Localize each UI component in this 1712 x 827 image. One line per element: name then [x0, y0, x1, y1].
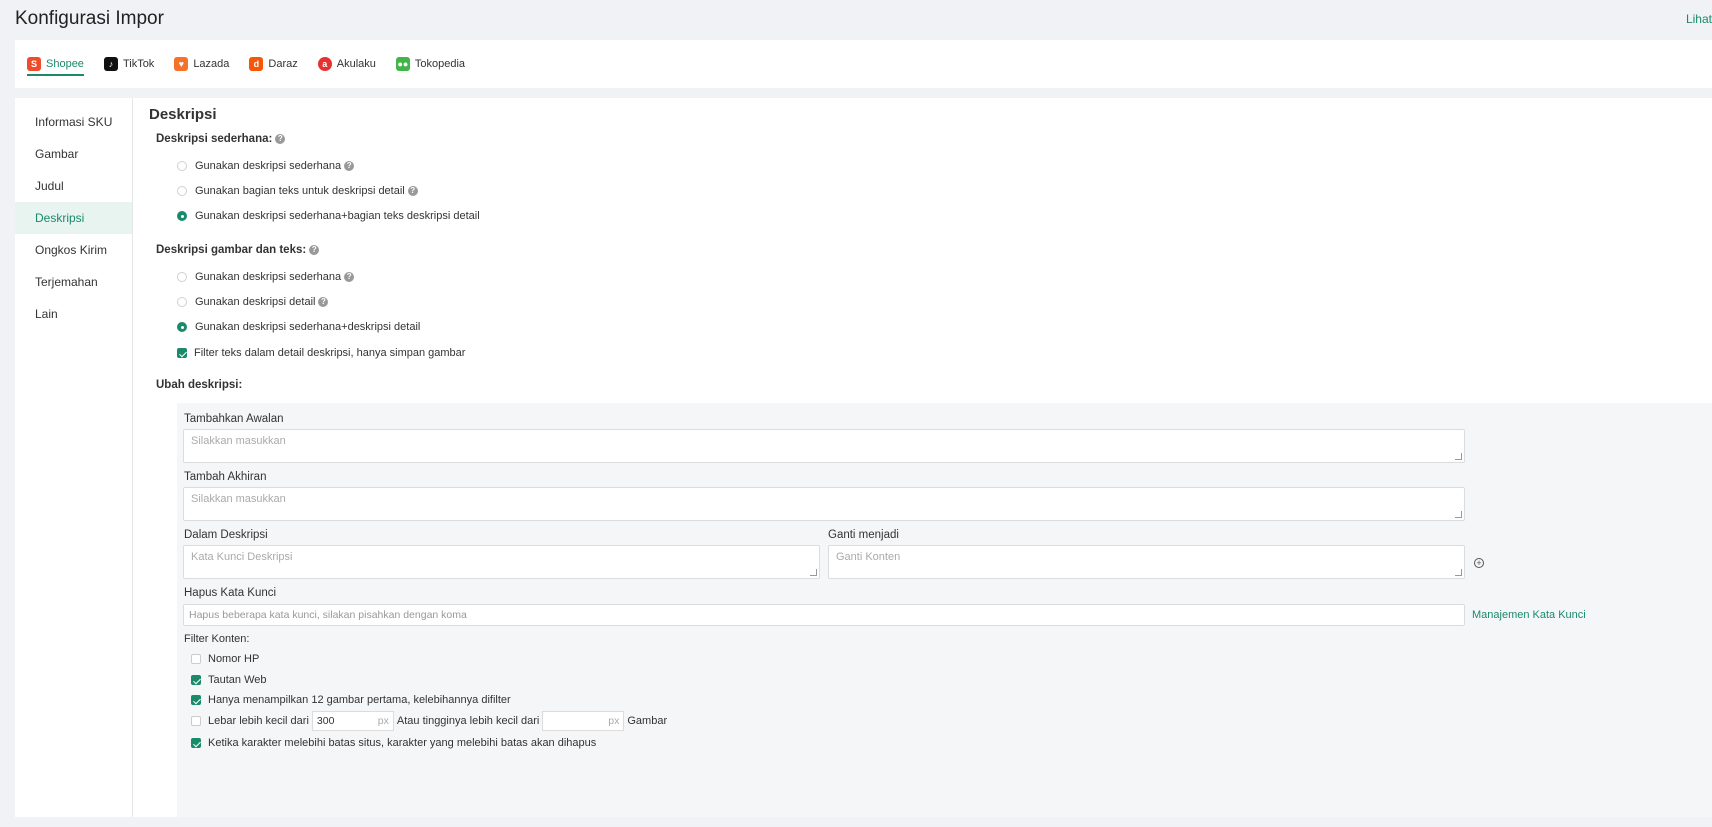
help-icon[interactable]: ?	[344, 272, 355, 282]
simple-option-2[interactable]: Gunakan bagian teks untuk deskripsi deta…	[177, 185, 418, 197]
platform-tabs: S Shopee ♪ TikTok ♥ Lazada d Daraz a Aku…	[15, 40, 1712, 88]
char-limit-checkbox[interactable]: Ketika karakter melebihi batas situs, ka…	[191, 737, 596, 749]
filter-size-rule: Lebar lebih kecil dari 300 px Atau tingg…	[191, 711, 667, 731]
checkbox[interactable]	[191, 654, 201, 664]
sidebar-item-lain[interactable]: Lain	[15, 298, 132, 330]
simple-option-3[interactable]: Gunakan deskripsi sederhana+bagian teks …	[177, 210, 480, 222]
shopee-icon: S	[27, 57, 41, 71]
checkbox[interactable]	[191, 738, 201, 748]
replace-textarea[interactable]: Ganti Konten	[828, 545, 1465, 579]
checkbox[interactable]	[191, 695, 201, 705]
image-text-option-2[interactable]: Gunakan deskripsi detail ?	[177, 296, 329, 308]
height-input[interactable]: px	[542, 711, 625, 731]
filter-text-checkbox[interactable]: Filter teks dalam detail deskripsi, hany…	[177, 347, 465, 359]
prefix-label: Tambahkan Awalan	[184, 413, 284, 425]
help-icon[interactable]: ?	[407, 186, 418, 196]
checkbox[interactable]	[191, 675, 201, 685]
image-text-desc-label: Deskripsi gambar dan teks: ?	[156, 244, 320, 256]
suffix-label: Tambah Akhiran	[184, 471, 267, 483]
sidebar-item-sku[interactable]: Informasi SKU	[15, 106, 132, 138]
tiktok-icon: ♪	[103, 57, 118, 71]
tab-tiktok[interactable]: ♪ TikTok	[103, 40, 154, 88]
radio-button[interactable]	[177, 186, 187, 196]
help-icon[interactable]: ?	[275, 134, 286, 144]
radio-button-selected[interactable]	[177, 211, 187, 221]
width-input[interactable]: 300 px	[311, 711, 394, 731]
delete-keyword-input[interactable]: Hapus beberapa kata kunci, silakan pisah…	[183, 604, 1465, 626]
radio-button-selected[interactable]	[177, 322, 187, 332]
replace-label: Ganti menjadi	[828, 529, 899, 541]
sidebar-item-terjemahan[interactable]: Terjemahan	[15, 266, 132, 298]
help-icon[interactable]: ?	[318, 297, 329, 307]
image-text-option-3[interactable]: Gunakan deskripsi sederhana+deskripsi de…	[177, 321, 420, 333]
prefix-textarea[interactable]: Silakkan masukkan	[183, 429, 1465, 463]
section-title: Deskripsi	[149, 106, 217, 123]
akulaku-icon: a	[317, 57, 332, 71]
sidebar-item-gambar[interactable]: Gambar	[15, 138, 132, 170]
simple-option-1[interactable]: Gunakan deskripsi sederhana ?	[177, 160, 355, 172]
keyword-desc-textarea[interactable]: Kata Kunci Deskripsi	[183, 545, 820, 579]
edit-desc-label: Ubah deskripsi:	[156, 379, 243, 391]
content-area: Deskripsi Deskripsi sederhana: ? Gunakan…	[149, 98, 1712, 817]
page-title: Konfigurasi Impor	[15, 8, 164, 29]
filter-weblink-checkbox[interactable]: Tautan Web	[191, 674, 267, 686]
image-text-option-1[interactable]: Gunakan deskripsi sederhana ?	[177, 271, 355, 283]
checkbox[interactable]	[177, 348, 187, 358]
sidebar-item-deskripsi[interactable]: Deskripsi	[15, 202, 132, 234]
suffix-textarea[interactable]: Silakkan masukkan	[183, 487, 1465, 521]
in-desc-label: Dalam Deskripsi	[184, 529, 268, 541]
sidebar-item-judul[interactable]: Judul	[15, 170, 132, 202]
checkbox[interactable]	[191, 716, 201, 726]
radio-button[interactable]	[177, 272, 187, 282]
radio-button[interactable]	[177, 297, 187, 307]
help-icon[interactable]: ?	[344, 161, 355, 171]
lazada-icon: ♥	[174, 57, 189, 71]
filter-first-12-checkbox[interactable]: Hanya menampilkan 12 gambar pertama, kel…	[191, 694, 511, 706]
filter-content-label: Filter Konten:	[184, 633, 250, 645]
tokopedia-icon: ●●	[395, 57, 410, 71]
edit-desc-box: Tambahkan Awalan Silakkan masukkan Tamba…	[177, 403, 1712, 817]
tab-shopee[interactable]: S Shopee	[27, 40, 84, 88]
radio-button[interactable]	[177, 161, 187, 171]
tab-daraz[interactable]: d Daraz	[249, 40, 298, 88]
keyword-management-link[interactable]: Manajemen Kata Kunci	[1472, 609, 1586, 621]
view-link[interactable]: Lihat	[1686, 12, 1712, 26]
tab-tokopedia[interactable]: ●● Tokopedia	[395, 40, 465, 88]
config-panel: Informasi SKU Gambar Judul Deskripsi Ong…	[15, 98, 1712, 817]
help-icon[interactable]: ?	[309, 245, 320, 255]
tab-akulaku[interactable]: a Akulaku	[317, 40, 376, 88]
add-circle-icon[interactable]: +	[1474, 558, 1484, 568]
delete-keyword-label: Hapus Kata Kunci	[184, 587, 277, 599]
simple-desc-label: Deskripsi sederhana: ?	[156, 133, 286, 145]
tab-lazada[interactable]: ♥ Lazada	[174, 40, 229, 88]
filter-phone-checkbox[interactable]: Nomor HP	[191, 653, 259, 665]
sidebar-item-ongkos-kirim[interactable]: Ongkos Kirim	[15, 234, 132, 266]
daraz-icon: d	[249, 57, 264, 71]
sidebar: Informasi SKU Gambar Judul Deskripsi Ong…	[15, 98, 133, 817]
